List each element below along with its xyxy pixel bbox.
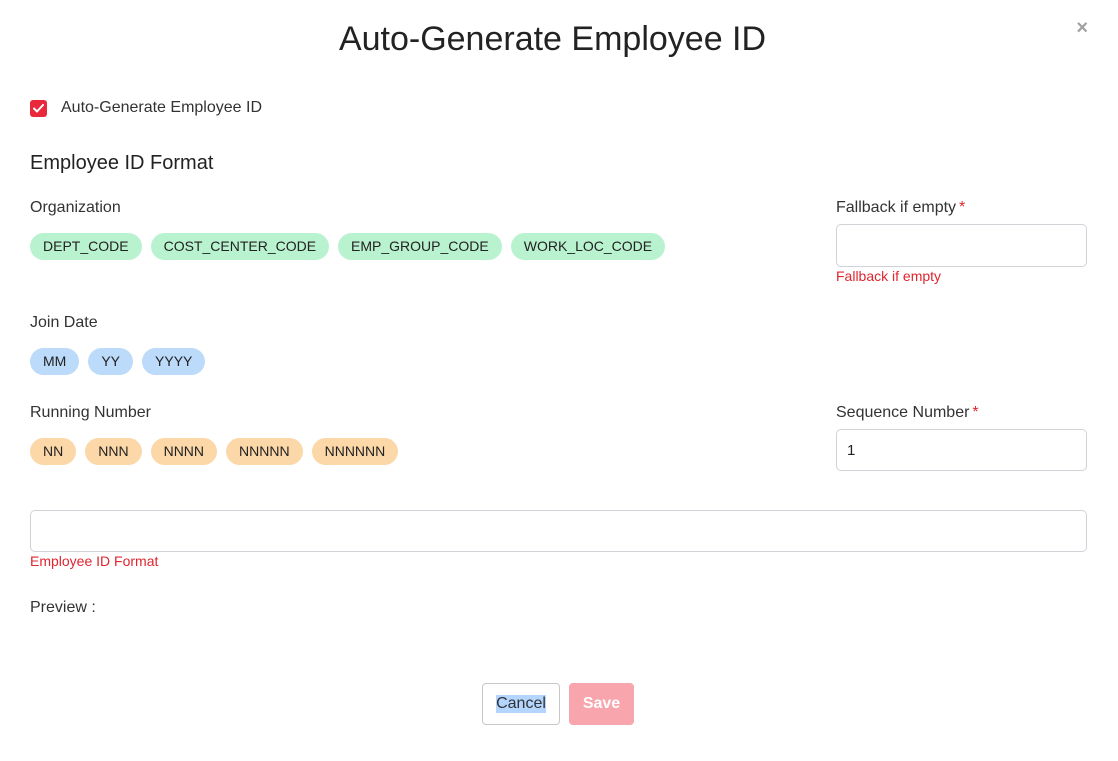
chip-nnnnnn[interactable]: NNNNNN [311, 438, 399, 465]
fallback-label: Fallback if empty * [836, 199, 965, 217]
running-number-chips: NN NNN NNNN NNNNN NNNNNN [30, 438, 399, 465]
checkmark-icon [33, 103, 44, 112]
chip-yy[interactable]: YY [88, 348, 134, 375]
chip-cost-center-code[interactable]: COST_CENTER_CODE [150, 233, 330, 260]
join-date-chips: MM YY YYYY [30, 348, 206, 375]
running-number-label: Running Number [30, 404, 151, 421]
chip-mm[interactable]: MM [30, 348, 80, 375]
organization-chips: DEPT_CODE COST_CENTER_CODE EMP_GROUP_COD… [30, 233, 666, 260]
cancel-button[interactable]: Cancel [482, 683, 560, 725]
sequence-number-label-text: Sequence Number [836, 404, 970, 421]
chip-emp-group-code[interactable]: EMP_GROUP_CODE [338, 233, 502, 260]
chip-nnnnn[interactable]: NNNNN [226, 438, 303, 465]
required-mark: * [959, 199, 966, 216]
join-date-label: Join Date [30, 314, 98, 331]
chip-nnn[interactable]: NNN [85, 438, 142, 465]
organization-label: Organization [30, 199, 121, 216]
auto-generate-checkbox-row[interactable]: Auto-Generate Employee ID [30, 99, 262, 117]
cancel-button-label: Cancel [496, 695, 546, 713]
close-icon[interactable]: × [1076, 18, 1088, 38]
sequence-number-input[interactable] [836, 429, 1087, 471]
auto-generate-label: Auto-Generate Employee ID [61, 99, 262, 116]
fallback-label-text: Fallback if empty [836, 199, 957, 216]
employee-id-format-heading: Employee ID Format [30, 152, 214, 174]
chip-nn[interactable]: NN [30, 438, 77, 465]
chip-nnnn[interactable]: NNNN [150, 438, 218, 465]
required-mark: * [972, 404, 979, 421]
chip-yyyy[interactable]: YYYY [142, 348, 206, 375]
fallback-error: Fallback if empty [836, 268, 942, 284]
auto-generate-employee-id-modal: Auto-Generate Employee ID × Auto-Generat… [0, 0, 1118, 761]
fallback-input[interactable] [836, 224, 1087, 267]
auto-generate-checkbox[interactable] [30, 99, 47, 117]
chip-dept-code[interactable]: DEPT_CODE [30, 233, 142, 260]
employee-id-format-error: Employee ID Format [30, 553, 159, 569]
save-button[interactable]: Save [569, 683, 634, 725]
employee-id-format-input[interactable] [30, 510, 1087, 552]
chip-work-loc-code[interactable]: WORK_LOC_CODE [510, 233, 666, 260]
sequence-number-label: Sequence Number * [836, 404, 979, 422]
preview-label: Preview : [30, 599, 96, 616]
modal-title: Auto-Generate Employee ID [338, 20, 767, 58]
